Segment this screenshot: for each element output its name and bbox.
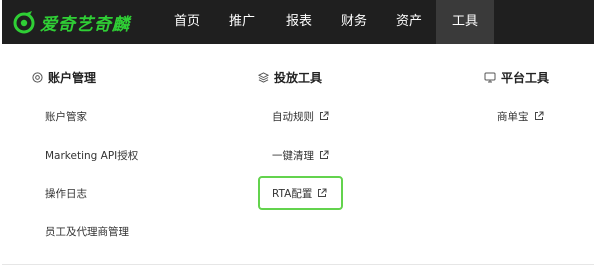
- menu-item-label: Marketing API授权: [45, 149, 139, 162]
- external-link-icon: [320, 111, 329, 120]
- column-title-platform: 平台工具: [501, 70, 550, 85]
- column-head-delivery: 投放工具: [258, 69, 322, 85]
- menu-item-label: 自动规则: [272, 110, 314, 123]
- nav-promotion[interactable]: 推广: [215, 0, 269, 44]
- column-head-platform: 平台工具: [484, 69, 549, 85]
- menu-item-one-click-clean[interactable]: 一键清理: [272, 147, 329, 163]
- menu-item-label: 账户管家: [45, 110, 87, 123]
- layers-icon: [258, 71, 269, 83]
- menu-item-label: 员工及代理商管理: [45, 225, 129, 238]
- menu-item-rta-config[interactable]: RTA配置: [272, 185, 327, 201]
- logo-icon: [12, 10, 36, 34]
- settings-circle-icon: [32, 71, 43, 83]
- monitor-icon: [484, 72, 496, 82]
- menu-item-staff-agent[interactable]: 员工及代理商管理: [45, 223, 129, 239]
- menu-item-marketing-api[interactable]: Marketing API授权: [45, 147, 138, 163]
- logo-text: 爱奇艺奇麟: [40, 14, 130, 35]
- brand-logo[interactable]: 爱奇艺奇麟: [12, 6, 132, 38]
- menu-item-label: 操作日志: [45, 187, 87, 200]
- menu-item-shangdanbao[interactable]: 商单宝: [497, 108, 544, 124]
- menu-item-label: 商单宝: [497, 110, 529, 123]
- menu-item-auto-rules[interactable]: 自动规则: [272, 108, 329, 124]
- external-link-icon: [318, 188, 327, 197]
- menu-item-operation-log[interactable]: 操作日志: [45, 185, 87, 201]
- column-title-account: 账户管理: [48, 70, 97, 85]
- menu-item-label: RTA配置: [272, 187, 313, 200]
- nav-reports[interactable]: 报表: [272, 0, 326, 44]
- nav-assets[interactable]: 资产: [382, 0, 436, 44]
- screenshot-frame: 爱奇艺奇麟 首页 推广 报表 财务 资产 工具 账户管理 账户管家 Market…: [0, 0, 600, 269]
- external-link-icon: [534, 111, 543, 120]
- menu-item-label: 一键清理: [272, 149, 314, 162]
- top-navbar: 爱奇艺奇麟 首页 推广 报表 财务 资产 工具: [2, 0, 594, 44]
- column-head-account: 账户管理: [32, 69, 96, 85]
- nav-tools[interactable]: 工具: [436, 0, 494, 44]
- column-title-delivery: 投放工具: [274, 70, 323, 85]
- nav-finance[interactable]: 财务: [327, 0, 381, 44]
- nav-home[interactable]: 首页: [160, 0, 214, 44]
- menu-item-account-manager[interactable]: 账户管家: [45, 108, 87, 124]
- external-link-icon: [320, 150, 329, 159]
